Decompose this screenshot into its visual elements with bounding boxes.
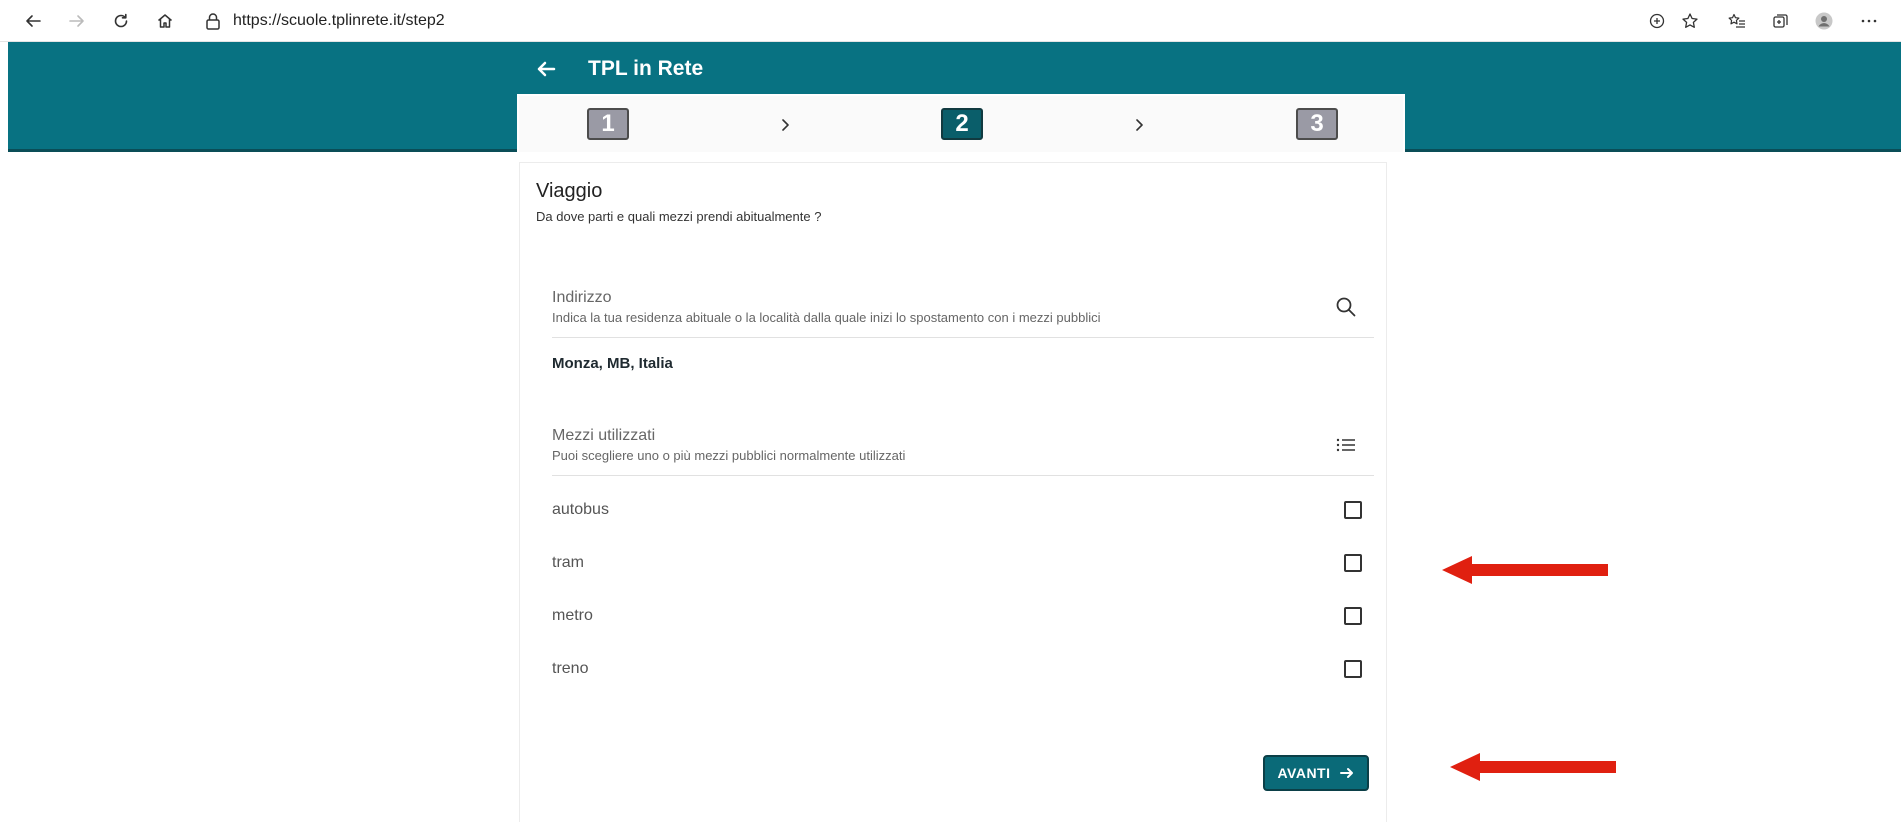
home-icon: [158, 14, 172, 28]
step-1[interactable]: 1: [587, 108, 629, 140]
back-arrow-icon[interactable]: [532, 55, 560, 83]
card-subtitle: Da dove parti e quali mezzi prendi abitu…: [536, 209, 822, 224]
app-header: TPL in Rete 1 2 3: [8, 42, 1901, 152]
search-icon[interactable]: [1334, 295, 1358, 319]
address-bar[interactable]: https://scuole.tplinrete.it/step2: [205, 8, 445, 34]
transport-option-autobus[interactable]: autobus: [552, 494, 1362, 526]
list-icon[interactable]: [1334, 433, 1358, 457]
option-label: metro: [552, 607, 593, 624]
avanti-button[interactable]: AVANTI: [1263, 755, 1369, 791]
circle-plus-icon: [1649, 13, 1665, 29]
app-title: TPL in Rete: [588, 57, 704, 80]
more-options-button[interactable]: [1857, 9, 1881, 33]
option-label: treno: [552, 660, 589, 677]
browser-refresh-button[interactable]: [108, 8, 134, 34]
profile-button[interactable]: [1812, 9, 1836, 33]
transport-option-tram[interactable]: tram: [552, 547, 1362, 579]
refresh-icon: [114, 13, 128, 28]
travel-card: Viaggio Da dove parti e quali mezzi pren…: [519, 162, 1387, 822]
browser-home-button[interactable]: [152, 8, 178, 34]
treno-checkbox[interactable]: [1344, 660, 1362, 678]
favorite-button[interactable]: [1678, 9, 1702, 33]
transport-field-label: Mezzi utilizzati: [552, 427, 656, 444]
card-title: Viaggio: [536, 180, 603, 202]
transport-field[interactable]: Mezzi utilizzati Puoi scegliere uno o pi…: [552, 427, 1374, 476]
transport-field-help: Puoi scegliere uno o più mezzi pubblici …: [552, 448, 906, 463]
ellipsis-icon: [1861, 19, 1877, 23]
address-field-help: Indica la tua residenza abituale o la lo…: [552, 310, 1101, 325]
url-text[interactable]: https://scuole.tplinrete.it/step2: [233, 12, 445, 30]
address-value: Monza, MB, Italia: [552, 355, 673, 372]
step-2[interactable]: 2: [941, 108, 983, 140]
avatar-icon: [1815, 12, 1833, 30]
arrow-right-icon: [69, 15, 84, 27]
chevron-right-icon: [1136, 119, 1143, 131]
lock-icon: [206, 13, 220, 30]
address-field-label: Indirizzo: [552, 289, 612, 306]
add-to-favorites-plus-button[interactable]: [1645, 9, 1669, 33]
metro-checkbox[interactable]: [1344, 607, 1362, 625]
favorites-list-button[interactable]: [1725, 9, 1749, 33]
collections-icon: [1773, 14, 1788, 28]
autobus-checkbox[interactable]: [1344, 501, 1362, 519]
collections-button[interactable]: [1768, 9, 1792, 33]
option-label: autobus: [552, 501, 609, 518]
tram-checkbox[interactable]: [1344, 554, 1362, 572]
browser-back-button[interactable]: [20, 8, 46, 34]
arrow-left-icon: [26, 15, 41, 27]
arrow-right-icon: [1339, 768, 1353, 778]
step-3[interactable]: 3: [1296, 108, 1338, 140]
browser-forward-button[interactable]: [64, 8, 90, 34]
address-field[interactable]: Indirizzo Indica la tua residenza abitua…: [552, 289, 1374, 338]
chevron-right-icon: [782, 119, 789, 131]
red-arrow-annotation-tram: [1442, 556, 1608, 584]
avanti-button-label: AVANTI: [1277, 765, 1331, 781]
transport-option-metro[interactable]: metro: [552, 600, 1362, 632]
stepper: 1 2 3: [517, 94, 1405, 152]
favorites-list-icon: [1728, 13, 1745, 28]
red-arrow-annotation-avanti: [1450, 753, 1616, 781]
transport-option-treno[interactable]: treno: [552, 653, 1362, 685]
star-icon: [1682, 13, 1698, 28]
option-label: tram: [552, 554, 584, 571]
browser-toolbar: https://scuole.tplinrete.it/step2: [0, 0, 1901, 42]
